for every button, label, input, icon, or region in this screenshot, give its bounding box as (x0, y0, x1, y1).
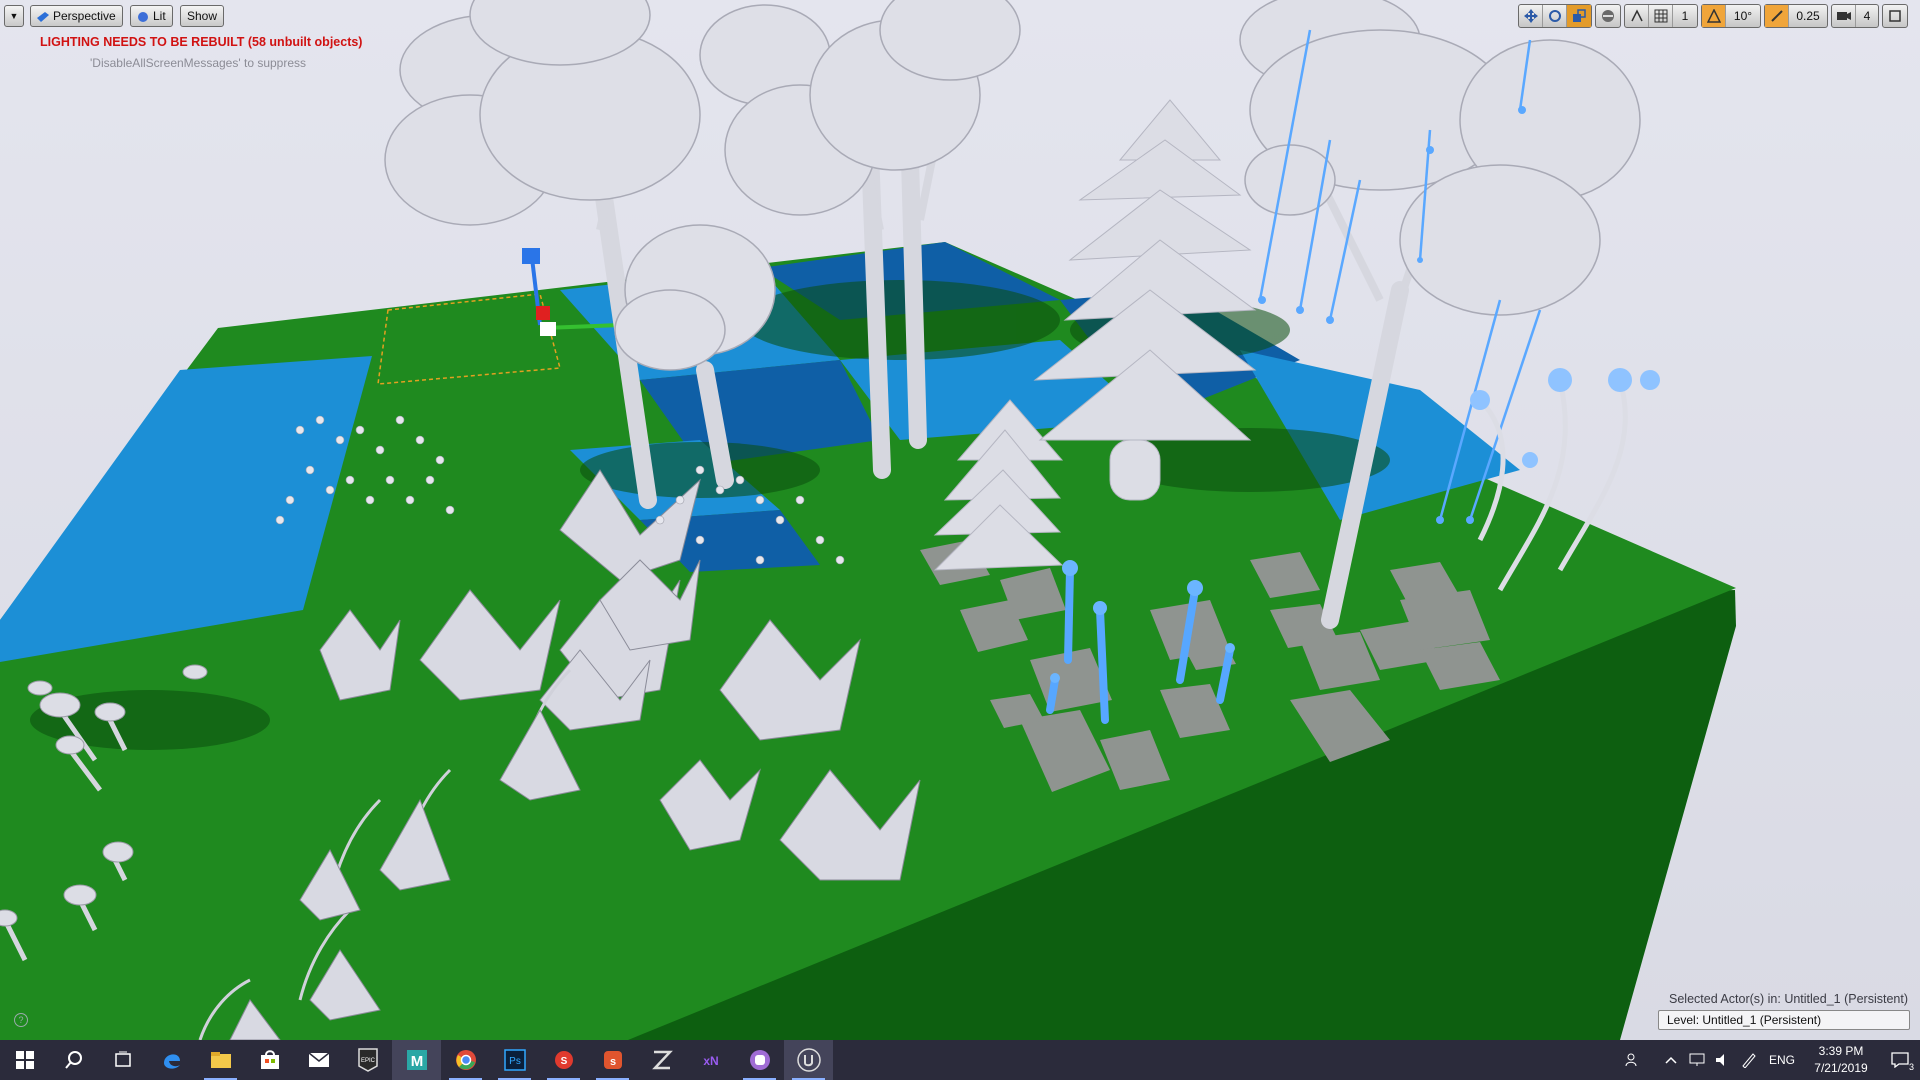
clock-time: 3:39 PM (1818, 1044, 1864, 1058)
zbrush-icon[interactable] (637, 1040, 686, 1080)
notification-count: 3 (1908, 1062, 1914, 1072)
edge-icon[interactable] (147, 1040, 196, 1080)
sphere-icon (137, 11, 149, 22)
scale-snap-value[interactable]: 0.25 (1789, 5, 1827, 27)
scene-render[interactable] (0, 0, 1920, 1040)
level-viewport[interactable]: ▼ Perspective Lit Show LIGHTING NEEDS TO… (0, 0, 1920, 1040)
action-center-icon[interactable]: 3 (1880, 1040, 1920, 1080)
unreal-engine-icon[interactable] (784, 1040, 833, 1080)
svg-text:Ps: Ps (509, 1056, 521, 1067)
start-icon[interactable] (0, 1040, 49, 1080)
svg-text:S: S (560, 1056, 567, 1067)
store-icon[interactable] (245, 1040, 294, 1080)
viewport-options-button[interactable]: ▼ (4, 5, 24, 27)
grid-size-value[interactable]: 1 (1673, 5, 1697, 27)
network-icon[interactable] (1684, 1040, 1710, 1080)
show-hidden-icons-icon[interactable] (1658, 1040, 1684, 1080)
input-language[interactable]: ENG (1762, 1040, 1802, 1080)
help-icon[interactable]: ? (14, 1013, 28, 1027)
maximize-viewport-icon[interactable] (1883, 5, 1907, 27)
transform-toolbar: 1 10° 0.25 4 (1518, 4, 1908, 28)
pen-icon[interactable] (1736, 1040, 1762, 1080)
task-view-icon[interactable] (98, 1040, 147, 1080)
perspective-button[interactable]: Perspective (30, 5, 123, 27)
selected-actors-info: Selected Actor(s) in: Untitled_1 (Persis… (1669, 992, 1908, 1006)
coordinate-system-icon[interactable] (1596, 5, 1620, 27)
scale-snap-group: 0.25 (1764, 4, 1828, 28)
svg-text:xN: xN (703, 1054, 718, 1068)
lit-button[interactable]: Lit (130, 5, 173, 27)
grid-snap-group: 1 (1624, 4, 1698, 28)
file-explorer-icon[interactable] (196, 1040, 245, 1080)
substance-painter-icon[interactable]: S (539, 1040, 588, 1080)
people-icon[interactable] (1620, 1040, 1646, 1080)
rotate-icon[interactable] (1543, 5, 1567, 27)
lit-label: Lit (153, 9, 166, 23)
substance-designer-icon[interactable]: s (588, 1040, 637, 1080)
svg-text:s: s (609, 1056, 615, 1068)
suppress-hint: 'DisableAllScreenMessages' to suppress (90, 56, 307, 70)
camera-speed-icon[interactable] (1832, 5, 1856, 27)
search-icon[interactable] (49, 1040, 98, 1080)
show-label: Show (187, 9, 218, 23)
epic-games-icon[interactable]: EPIC (343, 1040, 392, 1080)
scale-icon[interactable] (1567, 5, 1591, 27)
translate-icon[interactable] (1519, 5, 1543, 27)
rotation-snap-value[interactable]: 10° (1726, 5, 1760, 27)
scale-snap-icon[interactable] (1765, 5, 1789, 27)
grid-snap-icon[interactable] (1649, 5, 1673, 27)
chrome-icon[interactable] (441, 1040, 490, 1080)
photoshop-icon[interactable]: Ps (490, 1040, 539, 1080)
rotation-snap-icon[interactable] (1702, 5, 1726, 27)
marmoset-icon[interactable] (735, 1040, 784, 1080)
mudbox-icon[interactable]: M (392, 1040, 441, 1080)
transform-mode-group (1518, 4, 1592, 28)
show-button[interactable]: Show (180, 5, 225, 27)
svg-text:EPIC: EPIC (360, 1058, 375, 1064)
xnormal-icon[interactable]: xN (686, 1040, 735, 1080)
camera-icon (37, 11, 49, 22)
chevron-down-icon: ▼ (9, 11, 19, 21)
camera-speed-value[interactable]: 4 (1856, 5, 1878, 27)
clock-date: 7/21/2019 (1814, 1061, 1868, 1075)
rotation-snap-group: 10° (1701, 4, 1761, 28)
lighting-warning: LIGHTING NEEDS TO BE REBUILT (58 unbuilt… (40, 35, 363, 49)
surface-snap-icon[interactable] (1625, 5, 1649, 27)
camera-speed-group: 4 (1831, 4, 1879, 28)
svg-text:M: M (410, 1053, 423, 1070)
windows-taskbar: EPIC M Ps S s xN ENG 3:39 PM 7/21/2019 3 (0, 1040, 1920, 1080)
perspective-label: Perspective (53, 9, 116, 23)
mail-icon[interactable] (294, 1040, 343, 1080)
volume-icon[interactable] (1710, 1040, 1736, 1080)
clock[interactable]: 3:39 PM 7/21/2019 (1802, 1043, 1880, 1077)
system-tray: ENG 3:39 PM 7/21/2019 3 (1620, 1040, 1920, 1080)
current-level-box[interactable]: Level: Untitled_1 (Persistent) (1658, 1010, 1910, 1030)
